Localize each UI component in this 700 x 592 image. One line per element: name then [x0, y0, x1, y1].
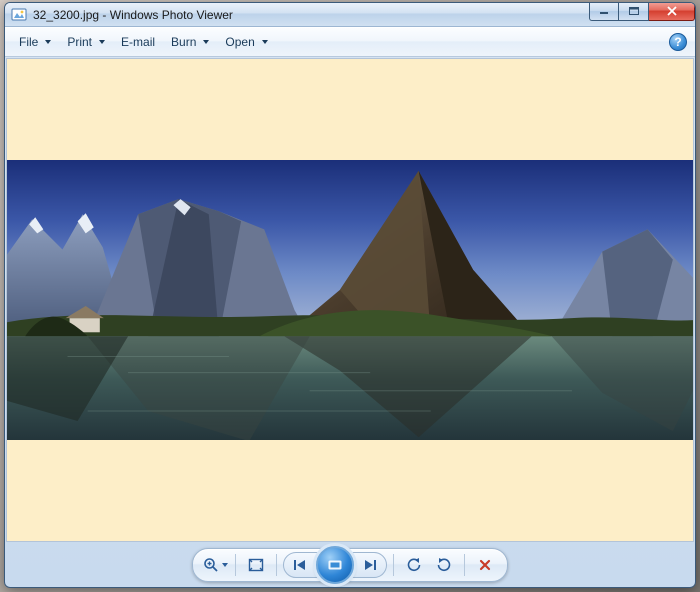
menu-burn[interactable]: Burn: [163, 32, 217, 52]
separator: [464, 554, 465, 576]
previous-button[interactable]: [286, 554, 314, 576]
chevron-down-icon: [222, 563, 228, 567]
next-button[interactable]: [356, 554, 384, 576]
menu-print[interactable]: Print: [59, 32, 113, 52]
rotate-cw-icon: [436, 557, 452, 573]
maximize-icon: [629, 7, 639, 15]
maximize-button[interactable]: [619, 2, 649, 21]
menu-file[interactable]: File: [11, 32, 59, 52]
magnifier-icon: [203, 557, 219, 573]
separator: [276, 554, 277, 576]
separator: [393, 554, 394, 576]
fit-window-button[interactable]: [242, 553, 270, 577]
navigation-group: [283, 552, 387, 578]
rotate-cw-button[interactable]: [430, 553, 458, 577]
previous-icon: [293, 559, 307, 571]
chevron-down-icon: [99, 40, 105, 44]
close-icon: [666, 6, 678, 16]
titlebar[interactable]: 32_3200.jpg - Windows Photo Viewer: [5, 3, 695, 27]
bottom-toolbar: [5, 543, 695, 587]
slideshow-button[interactable]: [316, 546, 354, 584]
fit-icon: [248, 558, 264, 572]
filename: 32_3200.jpg: [33, 8, 99, 22]
window-controls: [589, 2, 695, 21]
chevron-down-icon: [45, 40, 51, 44]
next-icon: [363, 559, 377, 571]
app-window: 32_3200.jpg - Windows Photo Viewer File …: [4, 2, 696, 588]
app-icon: [11, 7, 27, 23]
app-name: Windows Photo Viewer: [110, 8, 233, 22]
delete-button[interactable]: [471, 553, 499, 577]
zoom-button[interactable]: [201, 553, 229, 577]
controls-strip: [192, 548, 508, 582]
menu-open[interactable]: Open: [217, 32, 275, 52]
slideshow-icon: [326, 558, 344, 572]
minimize-button[interactable]: [589, 2, 619, 21]
rotate-ccw-button[interactable]: [400, 553, 428, 577]
image-viewport[interactable]: [6, 58, 694, 542]
help-button[interactable]: ?: [669, 33, 687, 51]
minimize-icon: [599, 7, 609, 15]
close-button[interactable]: [649, 2, 695, 21]
window-title: 32_3200.jpg - Windows Photo Viewer: [33, 8, 233, 22]
help-icon: ?: [674, 35, 681, 49]
chevron-down-icon: [262, 40, 268, 44]
menu-email[interactable]: E-mail: [113, 32, 163, 52]
delete-icon: [478, 558, 492, 572]
menubar: File Print E-mail Burn Open ?: [5, 27, 695, 57]
displayed-image: [7, 160, 693, 440]
separator: [235, 554, 236, 576]
rotate-ccw-icon: [406, 557, 422, 573]
chevron-down-icon: [203, 40, 209, 44]
